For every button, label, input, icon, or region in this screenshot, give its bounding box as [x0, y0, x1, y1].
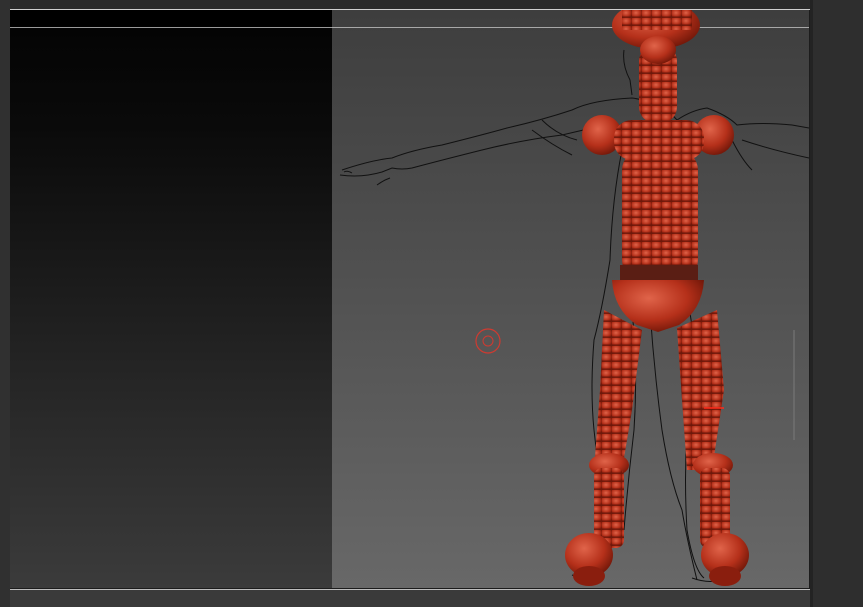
brush-cursor-icon	[475, 328, 501, 354]
bottom-tray	[10, 589, 810, 607]
left-panel	[10, 10, 332, 588]
zsphere-model[interactable]	[332, 10, 809, 588]
left-panel-header	[10, 10, 332, 28]
right-shelf	[810, 0, 863, 607]
document-area	[10, 9, 810, 589]
app-window	[0, 0, 863, 607]
viewport-canvas[interactable]	[332, 10, 809, 588]
right-shelf-border	[810, 0, 813, 607]
top-menu-strip	[10, 0, 810, 9]
